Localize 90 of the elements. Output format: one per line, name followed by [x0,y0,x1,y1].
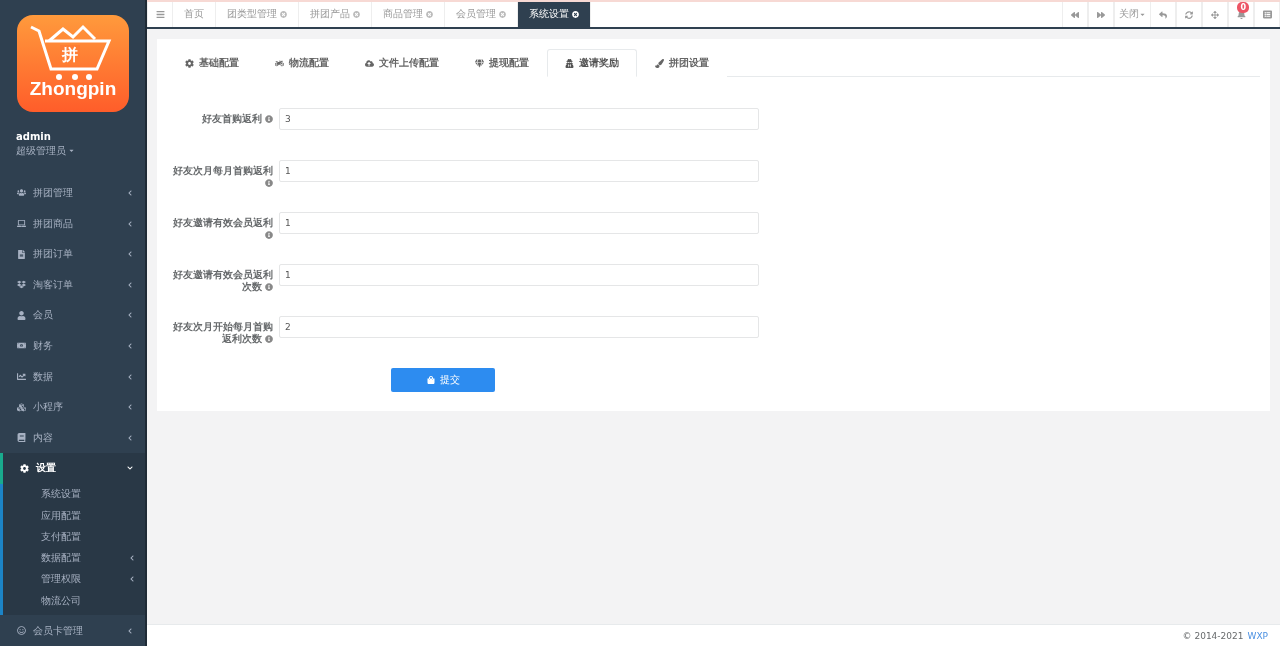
info-icon [265,179,273,187]
sidebar-item[interactable]: 拼团管理 [0,177,145,209]
sidebar-item[interactable]: 拼团订单 [0,238,145,270]
caret-icon [68,147,75,155]
sidebar-item[interactable]: 淘客订单 [0,269,145,301]
field-label: 好友邀请有效会员返利 [167,212,273,241]
chevron-left-icon [129,555,135,562]
sidebar-item[interactable]: 会员卡管理 [0,615,145,646]
field-label: 好友次月开始每月首购返利次数 [172,320,273,345]
close-menu[interactable]: 关闭 [1114,2,1150,27]
submenu-item[interactable]: 应用配置 [3,504,145,527]
sidebar-label: 会员卡管理 [33,623,84,638]
sidebar-label: 数据 [33,369,54,384]
rewind-icon [1071,10,1079,19]
field-label: 好友首购返利 [167,108,273,125]
copyright-text: © 2014-2021 [1182,630,1244,641]
back-button[interactable] [1150,2,1176,27]
close-icon[interactable] [572,11,579,18]
sidebar-item[interactable]: 财务 [0,330,145,362]
submenu-item[interactable]: 数据配置 [3,547,145,569]
fullscreen-button[interactable] [1202,2,1228,27]
tab-label: 系统设置 [529,8,569,21]
tab-label: 商品管理 [383,8,423,21]
sidebar-item[interactable]: 数据 [0,361,145,392]
chevron-left-icon [127,220,133,227]
sidebar-item[interactable]: 设置 [0,453,145,484]
info-icon [265,335,273,343]
sidebar-item[interactable]: 会员 [0,300,145,331]
bag-icon [426,376,435,384]
input-field[interactable]: 2 [279,316,759,338]
sidebar-label: 设置 [36,461,57,476]
chevron-left-icon [127,404,133,411]
input-field[interactable]: 1 [279,160,759,182]
chevron-down-icon [127,465,133,472]
submenu-item[interactable]: 系统设置 [3,483,145,505]
sidebar-item[interactable]: 拼团商品 [0,208,145,239]
reply-icon [1159,10,1167,19]
refresh-button[interactable] [1176,2,1202,27]
submenu-item[interactable]: 支付配置 [3,526,145,548]
submenu-item[interactable]: 管理权限 [3,568,145,591]
panel-button[interactable] [1254,2,1280,27]
fast-forward-icon [1097,10,1105,19]
sidebar-label: 拼团商品 [33,216,74,231]
sidebar-label: 财务 [33,338,54,353]
chevron-left-icon [127,627,133,634]
chevron-left-icon [127,434,133,441]
logo-brand: Zhongpin [29,77,117,100]
settings-tab[interactable]: 邀请奖励 [547,49,637,77]
user-name: admin [16,130,52,142]
tab-label: 团类型管理 [227,8,277,21]
caret-icon [1139,11,1146,18]
chevron-left-icon [127,190,133,196]
chevron-left-icon [127,312,133,319]
tab-label: 拼团产品 [310,8,350,21]
chevron-left-icon [127,342,133,349]
sidebar-label: 小程序 [33,400,64,415]
field-label: 好友次月每月首购返利 [167,160,273,189]
input-field[interactable]: 1 [279,212,759,234]
notification-button[interactable]: 0 [1228,2,1254,27]
user-role[interactable]: 超级管理员 [16,143,145,158]
sidebar-label: 淘客订单 [33,277,74,292]
submit-button[interactable]: 提交 [391,368,495,392]
sidebar-item[interactable]: 小程序 [0,391,145,423]
logo-glyph: 拼 [60,45,80,65]
sidebar-item[interactable]: 内容 [0,422,145,454]
tab-label: 会员管理 [456,8,496,21]
refresh-icon [1185,10,1193,19]
info-icon [265,115,273,123]
field-label: 好友邀请有效会员返利次数 [172,268,273,293]
chevron-left-icon [127,373,133,380]
footer-link[interactable]: WXP [1247,630,1268,641]
sidebar-label: 拼团管理 [33,186,74,200]
scroll-right-button[interactable] [1088,2,1114,27]
page-tab[interactable]: 系统设置 [518,2,591,27]
chevron-left-icon [127,281,133,288]
tab-label: 首页 [184,8,204,21]
input-field[interactable]: 1 [279,264,759,286]
info-icon [265,283,273,291]
info-icon [265,231,273,239]
input-field[interactable]: 3 [279,108,759,130]
sidebar-label: 会员 [33,308,54,323]
chevron-left-icon [127,251,133,258]
submenu-item[interactable]: 物流公司 [3,590,145,612]
sidebar-label: 拼团订单 [33,247,74,262]
chevron-left-icon [129,576,135,583]
scroll-left-button[interactable] [1062,2,1088,27]
sidebar-label: 内容 [33,430,54,445]
move-icon [1211,10,1219,19]
list-icon [1262,10,1272,19]
notification-badge: 0 [1237,2,1249,13]
